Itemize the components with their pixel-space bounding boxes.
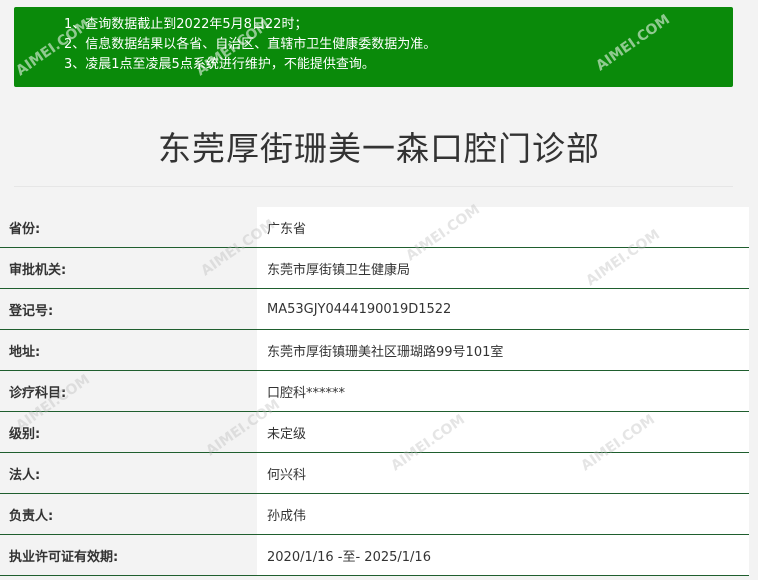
row-value: 口腔科****** xyxy=(257,370,749,412)
page-title: 东莞厚街珊美一森口腔门诊部 xyxy=(158,129,600,168)
notice-line-1: 1、查询数据截止到2022年5月8日22时； xyxy=(64,17,308,32)
row-label: 执业许可证有效期: xyxy=(0,534,257,576)
row-label: 审批机关: xyxy=(0,247,257,289)
table-row: 审批机关: 东莞市厚街镇卫生健康局 xyxy=(0,247,749,289)
table-row: 省份: 广东省 xyxy=(0,207,749,248)
row-label: 法人: xyxy=(0,452,257,494)
title-divider xyxy=(14,186,733,187)
row-label: 省份: xyxy=(0,207,257,248)
table-row: 登记号: MA53GJY0444190019D1522 xyxy=(0,288,749,330)
info-table: 省份: 广东省 审批机关: 东莞市厚街镇卫生健康局 登记号: MA53GJY04… xyxy=(0,207,749,576)
notice-line-2: 2、信息数据结果以各省、自治区、直辖市卫生健康委数据为准。 xyxy=(64,37,437,52)
table-row: 诊疗科目: 口腔科****** xyxy=(0,370,749,412)
row-label: 登记号: xyxy=(0,288,257,330)
row-label: 负责人: xyxy=(0,493,257,535)
table-row: 负责人: 孙成伟 xyxy=(0,493,749,535)
notice-line-3: 3、凌晨1点至凌晨5点系统进行维护，不能提供查询。 xyxy=(64,57,375,72)
row-value: 孙成伟 xyxy=(257,493,749,535)
table-row: 法人: 何兴科 xyxy=(0,452,749,494)
row-value: 未定级 xyxy=(257,411,749,453)
row-value: 广东省 xyxy=(257,207,749,248)
row-value: 2020/1/16 -至- 2025/1/16 xyxy=(257,534,749,576)
row-value: 东莞市厚街镇卫生健康局 xyxy=(257,247,749,289)
row-label: 地址: xyxy=(0,329,257,371)
table-row: 执业许可证有效期: 2020/1/16 -至- 2025/1/16 xyxy=(0,534,749,576)
table-row: 级别: 未定级 xyxy=(0,411,749,453)
row-label: 级别: xyxy=(0,411,257,453)
row-label: 诊疗科目: xyxy=(0,370,257,412)
row-value: 何兴科 xyxy=(257,452,749,494)
row-value: MA53GJY0444190019D1522 xyxy=(257,288,749,330)
notice-banner: 1、查询数据截止到2022年5月8日22时； 2、信息数据结果以各省、自治区、直… xyxy=(14,7,733,87)
table-row: 地址: 东莞市厚街镇珊美社区珊瑚路99号101室 xyxy=(0,329,749,371)
row-value: 东莞市厚街镇珊美社区珊瑚路99号101室 xyxy=(257,329,749,371)
